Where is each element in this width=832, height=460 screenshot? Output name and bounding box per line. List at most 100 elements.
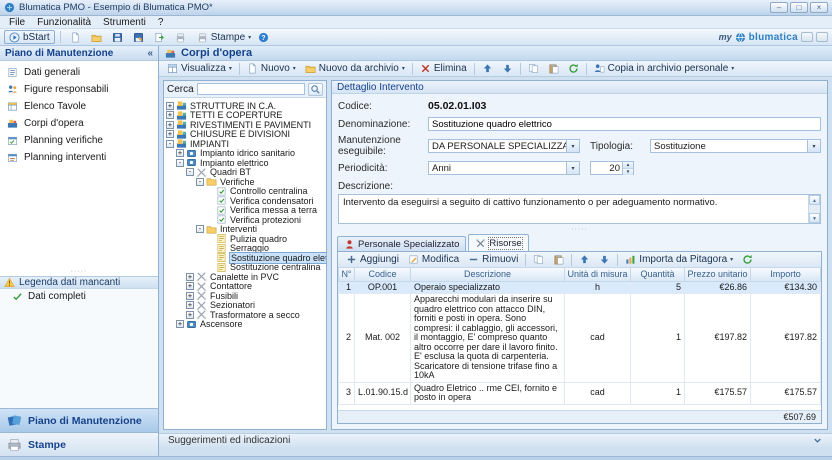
copia-in-archivio-personale-button[interactable]: Copia in archivio personale ▾ [590, 62, 739, 76]
tree-item-verifica-protezioni[interactable]: -Verifica protezioni [166, 215, 326, 225]
expand-icon[interactable]: + [166, 101, 174, 110]
tree-item-rivestimenti-e-pavimenti[interactable]: + RIVESTIMENTI E PAVIMENTI [166, 120, 326, 130]
new-document-button[interactable] [66, 30, 85, 44]
arrow-up-button[interactable] [575, 253, 594, 267]
table-row[interactable]: 2 Mat. 002 Apparecchi modulari da inserire… [338, 293, 821, 383]
tree-item-verifica-messa-a-terra[interactable]: -Verifica messa a terra [166, 205, 326, 215]
tree-item-quadri-bt[interactable]: - Quadri BT [166, 167, 326, 177]
print-preview-button[interactable] [171, 30, 190, 44]
refresh-button[interactable] [738, 253, 757, 267]
tree-item-canalette-in-pvc[interactable]: + Canalette in PVC [166, 272, 326, 282]
tree-item-strutture-in-c-a[interactable]: + STRUTTURE IN C.A. [166, 101, 326, 111]
menu-item-strumenti[interactable]: Strumenti [97, 17, 152, 28]
expand-icon[interactable]: + [186, 291, 194, 300]
save-as-button[interactable] [129, 30, 148, 44]
periodicita-select[interactable]: Anni ▾ [428, 161, 580, 175]
elimina-button[interactable]: Elimina [416, 62, 471, 76]
expand-icon[interactable]: + [176, 149, 184, 158]
chevron-down-icon[interactable] [812, 435, 823, 446]
tab-risorse[interactable]: Risorse [468, 234, 529, 251]
expand-icon[interactable]: + [166, 120, 174, 129]
close-button[interactable]: × [810, 2, 828, 13]
descrizione-scrollbar[interactable]: ▲ ▼ [808, 195, 820, 223]
search-button[interactable] [308, 82, 323, 96]
aggiungi-button[interactable]: Aggiungi [342, 253, 403, 267]
collapse-icon[interactable]: - [196, 225, 204, 234]
stepper-up-button[interactable]: ▲ [623, 162, 633, 169]
importa-da-pitagora-button[interactable]: Importa da Pitagora ▾ [621, 253, 737, 267]
minimize-button[interactable]: – [770, 2, 788, 13]
paste-button[interactable] [544, 62, 563, 76]
arrow-down-button[interactable] [595, 253, 614, 267]
tree-item-tetti-e-coperture[interactable]: + TETTI E COPERTURE [166, 110, 326, 120]
manutenzione-select[interactable]: DA PERSONALE SPECIALIZZATO ▾ [428, 139, 580, 153]
tree-item-ascensore[interactable]: + Ascensore [166, 319, 326, 329]
table-row[interactable]: 3 L.01.90.15.d Quadro Eletrico .. rme CEI,… [338, 381, 821, 405]
column-header-unit-di-misura[interactable]: Unità di misura [564, 268, 631, 282]
menu-item-help[interactable]: ? [152, 17, 170, 28]
descrizione-textarea[interactable]: Intervento da eseguirsi a seguito di cat… [338, 194, 821, 224]
tree-item-chiusure-e-divisioni[interactable]: + CHIUSURE E DIVISIONI [166, 129, 326, 139]
sidebar-item-planning-interventi[interactable]: Planning interventi [0, 149, 158, 166]
tree-item-sostituzione-quadro-elettrico[interactable]: -Sostituzione quadro elettrico [166, 251, 326, 264]
column-header-descrizione[interactable]: Descrizione [410, 268, 565, 282]
sidebar-item-corpi-d-opera[interactable]: Corpi d'opera [0, 115, 158, 132]
refresh-button[interactable] [564, 62, 583, 76]
sidebar-section-piano-di-manutenzione[interactable]: Piano di Manutenzione [0, 408, 158, 432]
help-icon[interactable]: ? [258, 32, 269, 43]
tab-personale-specializzato[interactable]: Personale Specializzato [337, 236, 467, 251]
chevron-down-icon[interactable]: ▾ [566, 140, 579, 152]
user-mini-icon[interactable] [801, 32, 813, 42]
menu-item-file[interactable]: File [3, 17, 31, 28]
collapse-icon[interactable]: - [166, 139, 174, 148]
column-header-codice[interactable]: Codice [354, 268, 411, 282]
copy-button[interactable] [524, 62, 543, 76]
tree-item-fusibili[interactable]: + Fusibili [166, 291, 326, 301]
tree-item-controllo-centralina[interactable]: -Controllo centralina [166, 186, 326, 196]
visualizza-button[interactable]: Visualizza ▾ [163, 62, 236, 76]
modifica-button[interactable]: Modifica [404, 253, 463, 267]
export-button[interactable] [150, 30, 169, 44]
sidebar-item-elenco-tavole[interactable]: Elenco Tavole [0, 98, 158, 115]
menu-item-funzionalit[interactable]: Funzionalità [31, 17, 97, 28]
save-button[interactable] [108, 30, 127, 44]
arrow-up-button[interactable] [478, 62, 497, 76]
expand-icon[interactable]: + [186, 310, 194, 319]
nuovo-button[interactable]: Nuovo ▾ [243, 62, 300, 76]
collapse-icon[interactable]: - [186, 168, 194, 177]
sidebar-item-planning-verifiche[interactable]: Planning verifiche [0, 132, 158, 149]
column-header-quantit[interactable]: Quantità [630, 268, 685, 282]
chevron-down-icon[interactable]: ▾ [566, 162, 579, 174]
open-folder-button[interactable] [87, 30, 106, 44]
collapse-icon[interactable]: - [196, 177, 204, 186]
tree-item-interventi[interactable]: - Interventi [166, 224, 326, 234]
collapse-sidebar-button[interactable]: « [147, 48, 153, 59]
expand-icon[interactable]: + [186, 272, 194, 281]
periodicita-stepper[interactable]: 20 ▲ ▼ [590, 161, 634, 175]
rimuovi-button[interactable]: Rimuovi [464, 253, 522, 267]
expand-icon[interactable]: + [176, 320, 184, 329]
tree-item-pulizia-quadro[interactable]: -Pulizia quadro [166, 234, 326, 244]
collapse-icon[interactable]: - [176, 158, 184, 167]
search-input[interactable] [196, 83, 305, 95]
stampe-button[interactable]: Stampe ▾ [193, 30, 255, 44]
stepper-down-button[interactable]: ▼ [623, 169, 633, 175]
sidebar-item-figure-responsabili[interactable]: Figure responsabili [0, 81, 158, 98]
expand-icon[interactable]: + [166, 130, 174, 139]
table-row[interactable]: 1 OP.001 Operaio specializzato h 5 €26.86 €134… [338, 280, 821, 294]
tree-item-verifiche[interactable]: - Verifiche [166, 177, 326, 187]
scroll-up-button[interactable]: ▲ [809, 195, 820, 205]
column-header-n[interactable]: N° [338, 268, 355, 282]
scroll-down-button[interactable]: ▼ [809, 213, 820, 223]
tree-item-impianto-elettrico[interactable]: - Impianto elettrico [166, 158, 326, 168]
tree-item-verifica-condensatori[interactable]: -Verifica condensatori [166, 196, 326, 206]
column-header-importo[interactable]: Importo [750, 268, 821, 282]
tree-item-contattore[interactable]: + Contattore [166, 281, 326, 291]
sidebar-item-dati-generali[interactable]: Dati generali [0, 64, 158, 81]
maximize-button[interactable]: □ [790, 2, 808, 13]
chevron-down-icon[interactable]: ▾ [807, 140, 820, 152]
window-mini-icon[interactable] [816, 32, 828, 42]
tree-item-sostituzione-centralina[interactable]: -Sostituzione centralina [166, 262, 326, 272]
denominazione-input[interactable] [428, 117, 821, 131]
column-header-prezzo-unitario[interactable]: Prezzo unitario [684, 268, 751, 282]
